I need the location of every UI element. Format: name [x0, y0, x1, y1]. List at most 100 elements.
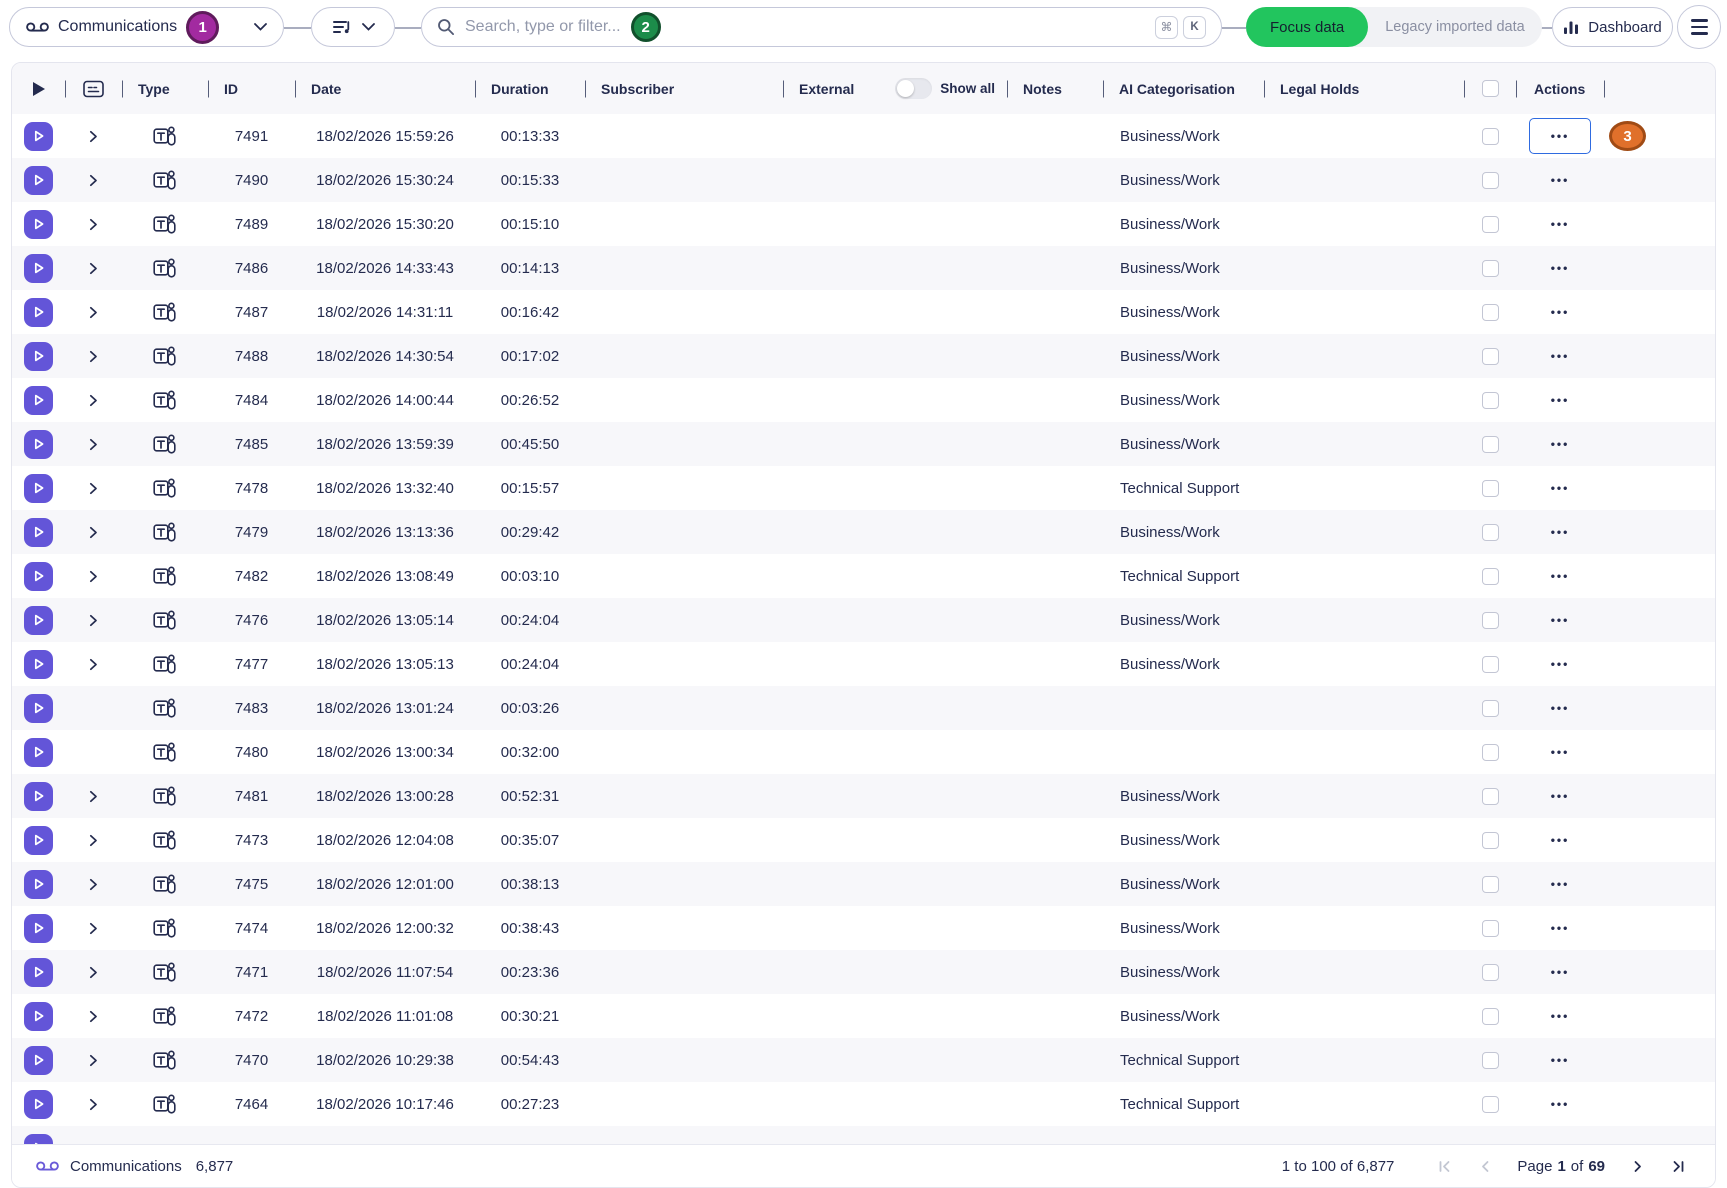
expand-chevron-icon[interactable] — [89, 1098, 98, 1111]
column-subscriber[interactable]: Subscriber — [585, 63, 783, 114]
column-details[interactable] — [65, 63, 122, 114]
expand-chevron-icon[interactable] — [89, 834, 98, 847]
expand-chevron-icon[interactable] — [89, 1010, 98, 1023]
expand-chevron-icon[interactable] — [89, 394, 98, 407]
row-checkbox[interactable] — [1482, 788, 1499, 805]
actions-button[interactable]: ••• — [1529, 338, 1591, 374]
play-button[interactable] — [24, 958, 53, 987]
actions-button[interactable]: ••• — [1529, 250, 1591, 286]
row-checkbox[interactable] — [1482, 216, 1499, 233]
menu-button[interactable] — [1677, 5, 1721, 49]
expand-chevron-icon[interactable] — [89, 966, 98, 979]
play-button[interactable] — [24, 342, 53, 371]
play-button[interactable] — [24, 474, 53, 503]
actions-button[interactable]: ••• — [1529, 118, 1591, 154]
expand-chevron-icon[interactable] — [89, 526, 98, 539]
row-checkbox[interactable] — [1482, 172, 1499, 189]
expand-chevron-icon[interactable] — [89, 658, 98, 671]
legacy-data-segment[interactable]: Legacy imported data — [1368, 7, 1541, 47]
actions-button[interactable]: ••• — [1529, 822, 1591, 858]
actions-button[interactable]: ••• — [1529, 690, 1591, 726]
row-checkbox[interactable] — [1482, 348, 1499, 365]
actions-button[interactable]: ••• — [1529, 514, 1591, 550]
row-checkbox[interactable] — [1482, 128, 1499, 145]
column-type[interactable]: Type — [122, 63, 208, 114]
column-external[interactable]: External Show all — [783, 63, 1007, 114]
search-bar[interactable]: Search, type or filter... 2 ⌘ K — [421, 7, 1222, 47]
row-checkbox[interactable] — [1482, 832, 1499, 849]
play-button[interactable] — [24, 518, 53, 547]
play-button[interactable] — [24, 1002, 53, 1031]
row-checkbox[interactable] — [1482, 1008, 1499, 1025]
actions-button[interactable]: ••• — [1529, 294, 1591, 330]
play-button[interactable] — [24, 694, 53, 723]
focus-data-segment[interactable]: Focus data — [1246, 7, 1368, 47]
expand-chevron-icon[interactable] — [89, 306, 98, 319]
play-button[interactable] — [24, 606, 53, 635]
actions-button[interactable]: ••• — [1529, 734, 1591, 770]
show-all-toggle[interactable] — [895, 78, 932, 99]
actions-button[interactable]: ••• — [1529, 1042, 1591, 1078]
play-button[interactable] — [24, 210, 53, 239]
first-page-button[interactable] — [1431, 1153, 1457, 1179]
actions-button[interactable]: ••• — [1529, 162, 1591, 198]
row-checkbox[interactable] — [1482, 304, 1499, 321]
row-checkbox[interactable] — [1482, 964, 1499, 981]
expand-chevron-icon[interactable] — [89, 922, 98, 935]
row-checkbox[interactable] — [1482, 1096, 1499, 1113]
actions-button[interactable]: ••• — [1529, 998, 1591, 1034]
actions-button[interactable]: ••• — [1529, 206, 1591, 242]
play-button[interactable] — [24, 914, 53, 943]
expand-chevron-icon[interactable] — [89, 438, 98, 451]
column-ai-categorisation[interactable]: AI Categorisation — [1103, 63, 1264, 114]
play-button[interactable] — [24, 254, 53, 283]
column-id[interactable]: ID — [208, 63, 295, 114]
row-checkbox[interactable] — [1482, 1052, 1499, 1069]
actions-button[interactable]: ••• — [1529, 646, 1591, 682]
row-checkbox[interactable] — [1482, 612, 1499, 629]
actions-button[interactable]: ••• — [1529, 558, 1591, 594]
row-checkbox[interactable] — [1482, 700, 1499, 717]
row-checkbox[interactable] — [1482, 744, 1499, 761]
column-actions[interactable]: Actions — [1516, 63, 1604, 114]
expand-chevron-icon[interactable] — [89, 614, 98, 627]
play-button[interactable] — [24, 782, 53, 811]
expand-chevron-icon[interactable] — [89, 1054, 98, 1067]
previous-page-button[interactable] — [1472, 1153, 1498, 1179]
play-button[interactable] — [24, 738, 53, 767]
actions-button[interactable]: ••• — [1529, 382, 1591, 418]
dashboard-button[interactable]: Dashboard — [1552, 7, 1673, 47]
play-button[interactable] — [24, 430, 53, 459]
column-play[interactable] — [12, 63, 65, 114]
row-checkbox[interactable] — [1482, 260, 1499, 277]
actions-button[interactable]: ••• — [1529, 910, 1591, 946]
actions-button[interactable]: ••• — [1529, 1086, 1591, 1122]
column-notes[interactable]: Notes — [1007, 63, 1103, 114]
row-checkbox[interactable] — [1482, 568, 1499, 585]
expand-chevron-icon[interactable] — [89, 878, 98, 891]
play-button[interactable] — [24, 298, 53, 327]
actions-button[interactable]: ••• — [1529, 426, 1591, 462]
expand-chevron-icon[interactable] — [89, 262, 98, 275]
actions-button[interactable]: ••• — [1529, 602, 1591, 638]
row-checkbox[interactable] — [1482, 392, 1499, 409]
row-checkbox[interactable] — [1482, 920, 1499, 937]
row-checkbox[interactable] — [1482, 524, 1499, 541]
filter-sort-button[interactable] — [311, 7, 395, 47]
actions-button[interactable]: ••• — [1529, 778, 1591, 814]
expand-chevron-icon[interactable] — [89, 350, 98, 363]
play-button[interactable] — [24, 386, 53, 415]
select-all-checkbox[interactable] — [1482, 80, 1499, 97]
row-checkbox[interactable] — [1482, 656, 1499, 673]
column-legal-holds[interactable]: Legal Holds — [1264, 63, 1464, 114]
expand-chevron-icon[interactable] — [89, 570, 98, 583]
actions-button[interactable]: ••• — [1529, 866, 1591, 902]
row-checkbox[interactable] — [1482, 436, 1499, 453]
expand-chevron-icon[interactable] — [89, 174, 98, 187]
column-date[interactable]: Date — [295, 63, 475, 114]
actions-button[interactable]: ••• — [1529, 954, 1591, 990]
expand-chevron-icon[interactable] — [89, 218, 98, 231]
play-button[interactable] — [24, 122, 53, 151]
play-button[interactable] — [24, 562, 53, 591]
play-button[interactable] — [24, 1046, 53, 1075]
